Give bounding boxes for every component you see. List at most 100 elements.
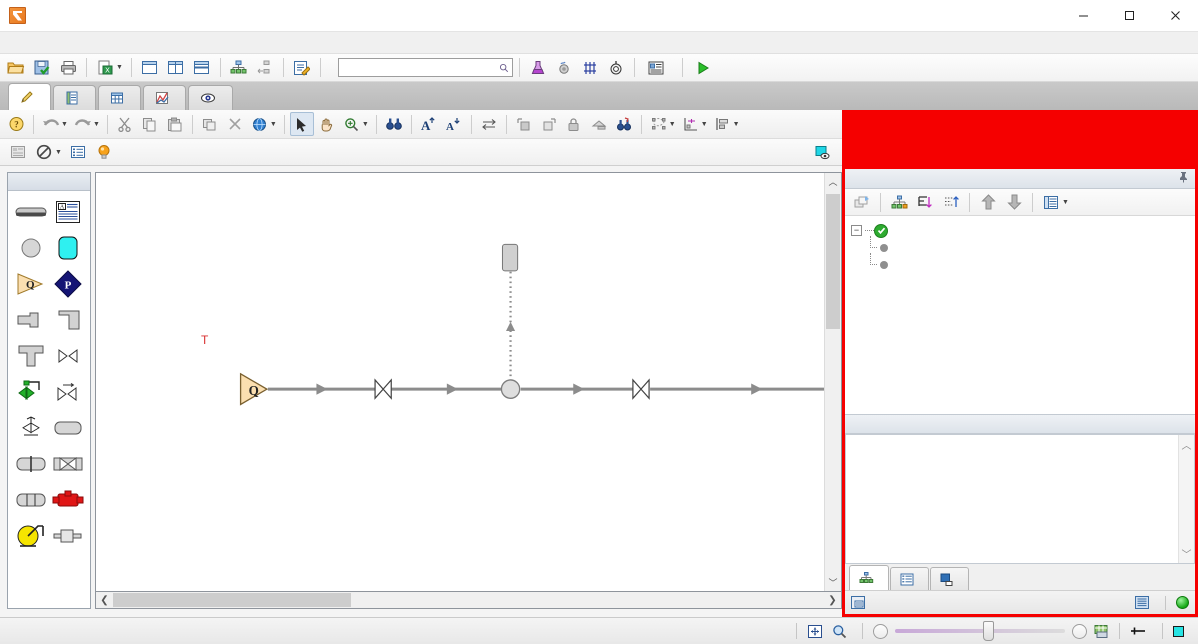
control-valve-tool[interactable] (12, 377, 49, 407)
decrease-font-icon[interactable]: A (442, 112, 466, 136)
workspace-canvas[interactable]: Q P (96, 173, 824, 591)
redo-dropdown-icon[interactable]: ▼ (93, 121, 100, 128)
tab-model-data[interactable] (53, 85, 96, 110)
align-dropdown-icon[interactable]: ▼ (733, 121, 740, 128)
relief-valve-tool[interactable] (12, 413, 49, 443)
vscroll-track[interactable] (825, 190, 841, 574)
scroll-left-arrow[interactable]: ❮ (96, 592, 113, 608)
bring-to-front-icon[interactable] (512, 112, 536, 136)
dock-tab-workspace-layers[interactable] (930, 567, 969, 590)
disable-icon[interactable] (32, 140, 56, 164)
unlock-icon[interactable] (587, 112, 611, 136)
tab-graph-results[interactable] (143, 85, 186, 110)
dock-tab-properties[interactable] (890, 567, 929, 590)
export-dropdown-icon[interactable]: ▼ (116, 64, 123, 71)
scenario-tree-icon[interactable] (887, 190, 911, 214)
rename-scenario-icon[interactable] (850, 190, 874, 214)
cut-icon[interactable] (113, 112, 137, 136)
notes-icon[interactable] (290, 56, 314, 80)
sort-descending-icon[interactable] (913, 190, 937, 214)
dock-tab-scenario[interactable] (849, 565, 889, 590)
valve-tool[interactable] (49, 341, 86, 371)
pin-icon[interactable] (1178, 171, 1189, 186)
tank-junction-tool[interactable] (49, 233, 86, 263)
tab-visual-report[interactable] (188, 85, 233, 110)
zoom-slider[interactable] (895, 621, 1065, 641)
notes-scrollbar[interactable]: ︿ ﹀ (1178, 435, 1194, 563)
redo-icon[interactable] (71, 112, 95, 136)
move-down-icon[interactable] (1002, 190, 1026, 214)
align-icon[interactable] (711, 112, 735, 136)
tree-row-scenario-14hz[interactable] (851, 253, 1195, 273)
minimize-button[interactable] (1060, 0, 1106, 31)
pipe-tool[interactable] (12, 197, 49, 227)
sort-ascending-icon[interactable] (939, 190, 963, 214)
select-pointer-icon[interactable] (289, 112, 314, 136)
heat-exchanger-tool[interactable] (12, 485, 49, 515)
branch-junction-tool[interactable] (12, 233, 49, 263)
distribute-dropdown-icon[interactable]: ▼ (701, 121, 708, 128)
zoom-in-button[interactable] (1072, 623, 1087, 639)
analysis-setup-button[interactable] (641, 56, 676, 80)
delete-icon[interactable] (223, 112, 247, 136)
duplicate-icon[interactable] (198, 112, 222, 136)
hscroll-track[interactable] (113, 592, 824, 608)
canvas-vertical-scrollbar[interactable]: ︿ ﹀ (824, 173, 841, 591)
find-object-icon[interactable] (612, 112, 636, 136)
search-box[interactable] (337, 58, 513, 77)
zoom-icon[interactable] (340, 112, 364, 136)
tee-wye-tool[interactable] (12, 341, 49, 371)
paste-icon[interactable] (163, 112, 187, 136)
zoom-dropdown-icon[interactable]: ▼ (362, 121, 369, 128)
assigned-pressure-tool[interactable]: P (49, 269, 86, 299)
collapse-tree-icon[interactable] (253, 56, 277, 80)
column-options-dropdown-icon[interactable]: ▼ (1062, 199, 1069, 206)
notes-panel[interactable]: ︿ ﹀ (845, 434, 1195, 564)
steam-icon[interactable] (552, 56, 576, 80)
save-icon[interactable] (30, 56, 54, 80)
undo-icon[interactable] (39, 112, 63, 136)
help-balloon-icon[interactable]: ? (4, 112, 28, 136)
print-icon[interactable] (56, 56, 80, 80)
fit-to-window-icon[interactable] (807, 624, 823, 639)
expander-icon[interactable]: − (851, 225, 862, 236)
general-component-tool[interactable] (49, 521, 86, 551)
move-up-icon[interactable] (976, 190, 1000, 214)
export-excel-icon[interactable]: X (93, 56, 117, 80)
disable-dropdown-icon[interactable]: ▼ (55, 149, 62, 156)
maximize-button[interactable] (1106, 0, 1152, 31)
canvas-horizontal-scrollbar[interactable]: ❮ ❯ (95, 591, 842, 609)
copy-icon[interactable] (138, 112, 162, 136)
pan-hand-icon[interactable] (315, 112, 339, 136)
scroll-up-arrow[interactable]: ︿ (825, 173, 841, 190)
annotation-tool[interactable]: A (49, 197, 86, 227)
reverse-direction-icon[interactable] (477, 112, 501, 136)
compressor-tool[interactable] (49, 485, 86, 515)
properties-grid-icon[interactable] (6, 140, 30, 164)
scroll-down-arrow[interactable]: ﹀ (825, 574, 841, 591)
globe-dropdown-icon[interactable]: ▼ (270, 121, 277, 128)
vscroll-thumb[interactable] (826, 194, 840, 329)
notes-scroll-up-arrow[interactable]: ︿ (1179, 435, 1194, 454)
venturi-tool[interactable] (49, 449, 86, 479)
column-options-icon[interactable] (1039, 190, 1063, 214)
zoom-slider-thumb[interactable] (983, 621, 994, 641)
show-all-objects-button[interactable] (814, 145, 836, 160)
dead-end-tool[interactable] (12, 305, 49, 335)
tree-row-scenario-28hz[interactable] (851, 236, 1195, 256)
distribute-icon[interactable] (679, 112, 703, 136)
run-model-button[interactable] (689, 56, 722, 80)
split-horizontal-icon[interactable] (190, 56, 214, 80)
tree-row-base-scenario[interactable]: − (851, 222, 1195, 239)
search-input[interactable] (343, 60, 499, 75)
assigned-flow-tool[interactable]: Q (12, 269, 49, 299)
close-button[interactable] (1152, 0, 1198, 31)
zoom-out-button[interactable] (873, 623, 888, 639)
tab-output[interactable] (98, 85, 141, 110)
hscroll-thumb[interactable] (113, 593, 351, 607)
fluid-flask-icon[interactable] (526, 56, 550, 80)
bend-tool[interactable] (49, 305, 86, 335)
highlight-bulb-icon[interactable] (92, 140, 116, 164)
two-pane-icon[interactable] (164, 56, 188, 80)
list-icon[interactable] (66, 140, 90, 164)
